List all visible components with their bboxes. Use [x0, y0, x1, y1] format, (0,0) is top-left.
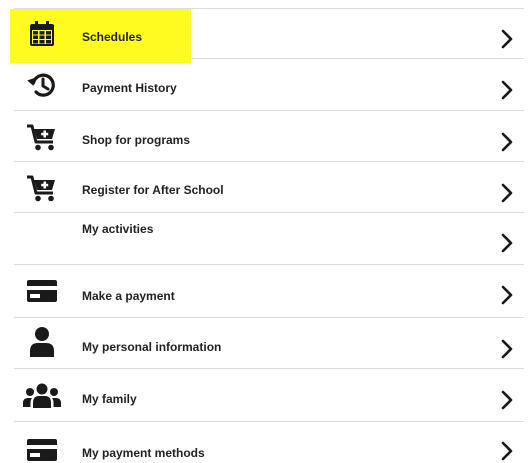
menu-item-make-payment[interactable]: Make a payment	[14, 265, 524, 318]
account-menu: Schedules Payment History Shop for progr…	[0, 0, 531, 463]
chevron-right-icon	[500, 233, 514, 253]
menu-item-my-activities[interactable]: My activities	[14, 213, 524, 265]
menu-item-label: Register for After School	[82, 183, 224, 197]
menu-item-personal-information[interactable]: My personal information	[14, 318, 524, 369]
menu-item-label: My activities	[82, 222, 154, 236]
chevron-right-icon	[500, 183, 514, 203]
menu-item-label: Payment History	[82, 81, 177, 95]
menu-item-label: Shop for programs	[82, 133, 191, 147]
menu-item-label: Make a payment	[82, 289, 175, 303]
person-icon	[24, 324, 60, 360]
chevron-right-icon	[500, 339, 514, 359]
menu-item-label: Schedules	[82, 30, 143, 44]
chevron-right-icon	[500, 285, 514, 305]
menu-item-payment-history[interactable]: Payment History	[14, 59, 524, 111]
chevron-right-icon	[500, 441, 514, 461]
credit-card-icon	[24, 437, 60, 463]
cart-plus-icon	[24, 170, 60, 206]
credit-card-icon	[24, 273, 60, 309]
menu-item-payment-methods[interactable]: My payment methods	[14, 422, 524, 463]
chevron-right-icon	[500, 29, 514, 49]
menu-item-label: My personal information	[82, 340, 222, 354]
menu-item-schedules[interactable]: Schedules	[10, 9, 524, 63]
menu-item-shop-for-programs[interactable]: Shop for programs	[14, 111, 524, 162]
menu-item-label: My payment methods	[82, 446, 205, 460]
menu-item-register-after-school[interactable]: Register for After School	[14, 162, 524, 213]
cart-plus-icon	[24, 119, 60, 155]
calendar-icon	[24, 16, 60, 52]
chevron-right-icon	[500, 80, 514, 100]
history-icon	[24, 67, 60, 103]
menu-item-label: My family	[82, 392, 137, 406]
chevron-right-icon	[500, 132, 514, 152]
group-icon	[20, 378, 64, 414]
chevron-right-icon	[500, 390, 514, 410]
menu-item-my-family[interactable]: My family	[14, 369, 524, 422]
